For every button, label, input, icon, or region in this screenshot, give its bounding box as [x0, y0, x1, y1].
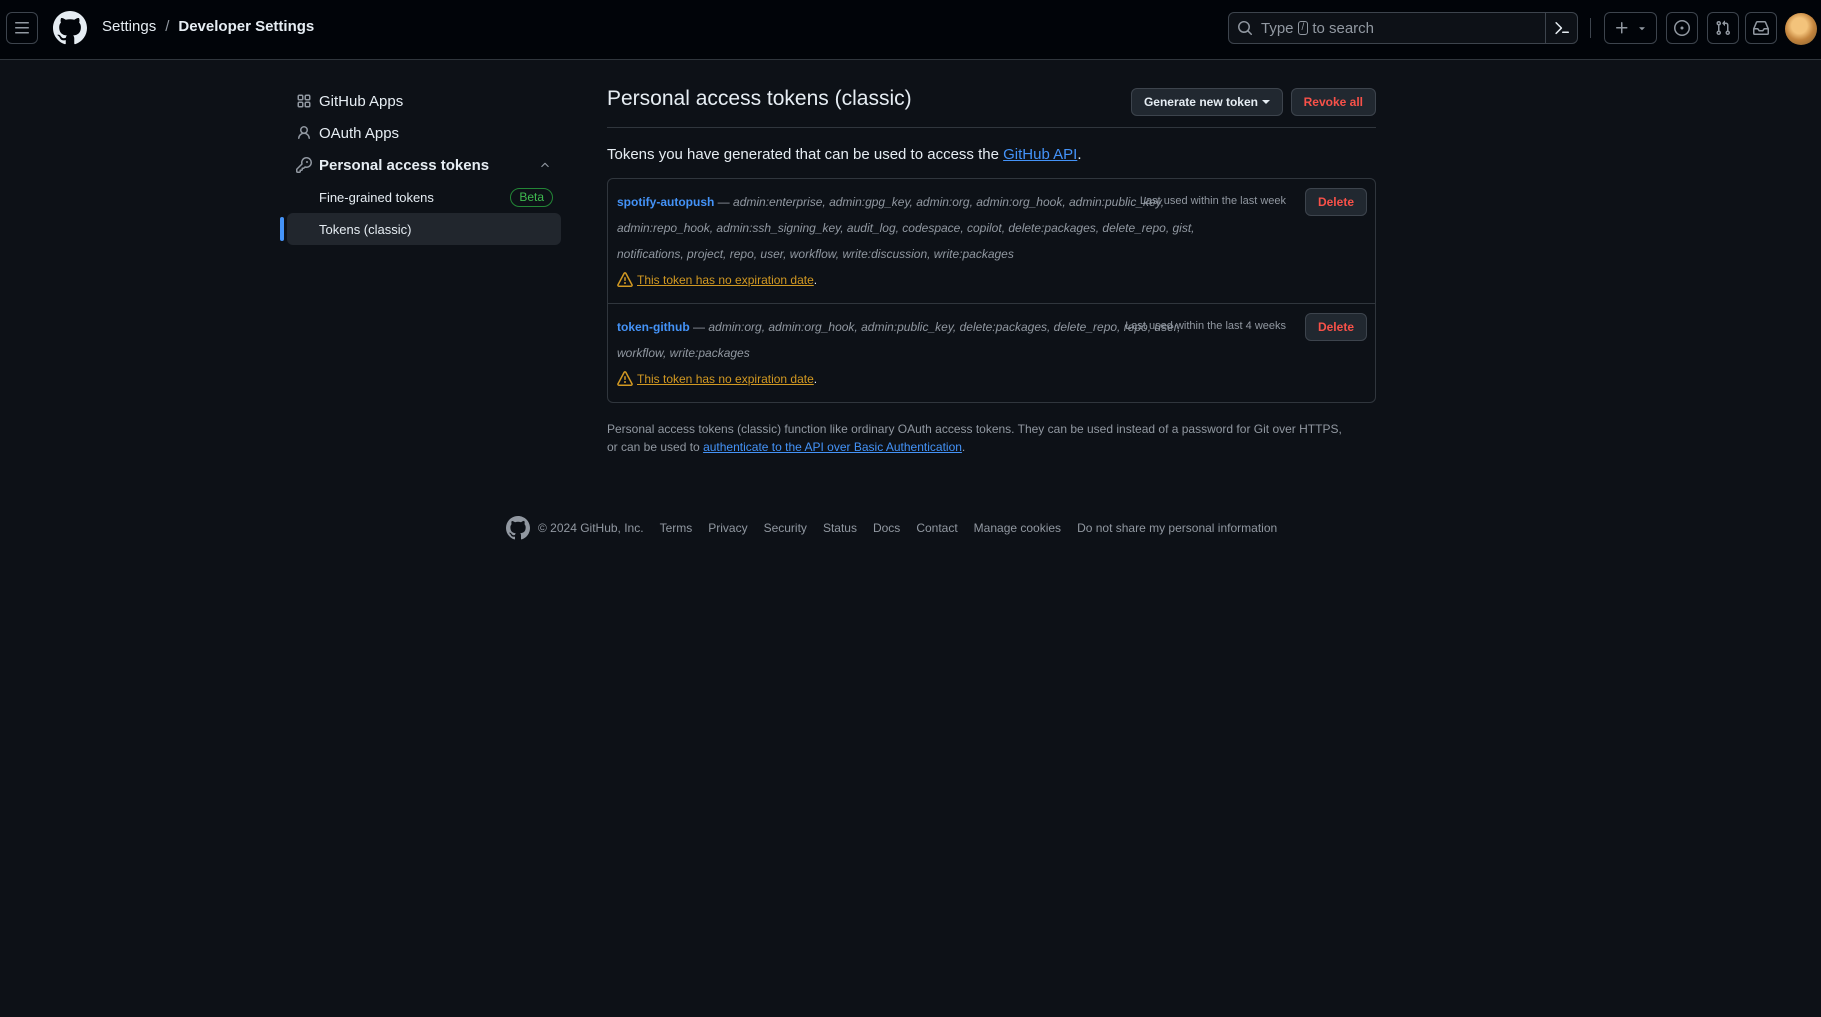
page-header: Personal access tokens (classic) Generat… [607, 80, 1376, 128]
pull-requests-button[interactable] [1707, 12, 1739, 44]
footer-link-privacy[interactable]: Privacy [708, 521, 747, 535]
footer-link-do-not-share[interactable]: Do not share my personal information [1077, 521, 1277, 535]
dropdown-caret-icon [1262, 100, 1270, 104]
expiration-warning-link[interactable]: This token has no expiration date [637, 273, 814, 287]
generate-new-token-label: Generate new token [1143, 95, 1258, 109]
footnote-text: Personal access tokens (classic) functio… [607, 420, 1347, 456]
breadcrumb: Settings / Developer Settings [102, 18, 314, 35]
footer-link-terms[interactable]: Terms [660, 521, 693, 535]
list-item: spotify-autopush — admin:enterprise, adm… [608, 179, 1375, 303]
person-icon [298, 126, 310, 140]
inbox-icon [1753, 21, 1769, 35]
token-dash: — [717, 195, 730, 209]
page-title: Personal access tokens (classic) [607, 87, 912, 110]
last-used-text: Last used within the last 4 weeks [1125, 320, 1286, 332]
intro-text-end: . [1077, 146, 1082, 163]
generate-new-token-button[interactable]: Generate new token [1130, 88, 1283, 116]
developer-settings-sidebar: GitHub Apps OAuth Apps Personal access t… [280, 85, 561, 245]
warning-period: . [813, 372, 818, 386]
revoke-all-button[interactable]: Revoke all [1290, 88, 1376, 116]
footer-link-manage-cookies[interactable]: Manage cookies [974, 521, 1061, 535]
last-used-text: Last used within the last week [1139, 195, 1286, 207]
sidebar-item-oauth-apps[interactable]: OAuth Apps [287, 117, 561, 149]
pull-request-icon [1716, 20, 1731, 36]
sidebar-item-fine-grained-tokens[interactable]: Fine-grained tokens Beta [287, 181, 561, 213]
key-icon [296, 157, 312, 173]
alert-icon [617, 272, 633, 287]
token-name-link[interactable]: spotify-autopush [617, 195, 714, 209]
search-input[interactable]: Type / to search [1228, 12, 1578, 44]
expiration-warning: This token has no expiration date. [617, 366, 1215, 392]
footer-link-status[interactable]: Status [823, 521, 857, 535]
search-icon [1238, 21, 1253, 36]
avatar[interactable] [1785, 13, 1817, 45]
intro-text: Tokens you have generated that can be us… [607, 146, 1376, 163]
alert-icon [617, 371, 633, 386]
top-header: Settings / Developer Settings Type / to … [0, 0, 1821, 60]
sidebar-item-label: Personal access tokens [319, 156, 490, 174]
create-new-button[interactable] [1604, 12, 1657, 44]
plus-icon [1615, 22, 1627, 34]
search-placeholder-suffix: to search [1312, 19, 1375, 37]
apps-icon [297, 94, 311, 108]
search-placeholder-prefix: Type [1261, 19, 1294, 37]
breadcrumb-developer-settings-link[interactable]: Developer Settings [178, 18, 314, 35]
delete-token-button[interactable]: Delete [1304, 313, 1367, 341]
beta-badge: Beta [510, 188, 553, 207]
footnote-end: . [961, 440, 966, 454]
issues-button[interactable] [1666, 12, 1698, 44]
basic-auth-link[interactable]: authenticate to the API over Basic Authe… [703, 440, 962, 454]
chevron-up-icon[interactable] [539, 159, 551, 171]
footer-link-security[interactable]: Security [764, 521, 807, 535]
delete-token-button[interactable]: Delete [1304, 188, 1367, 216]
expiration-warning: This token has no expiration date. [617, 267, 1215, 293]
sidebar-item-label: Tokens (classic) [319, 221, 412, 237]
footer-link-docs[interactable]: Docs [873, 521, 900, 535]
main-content: Personal access tokens (classic) Generat… [607, 80, 1376, 468]
copyright-text: © 2024 GitHub, Inc. [538, 521, 644, 535]
open-global-nav-button[interactable] [6, 12, 38, 44]
footer-link-contact[interactable]: Contact [916, 521, 957, 535]
sidebar-item-github-apps[interactable]: GitHub Apps [287, 85, 561, 117]
warning-period: . [813, 273, 818, 287]
intro-text-body: Tokens you have generated that can be us… [607, 146, 999, 163]
triangle-down-icon [1638, 27, 1645, 31]
github-logo-icon[interactable] [53, 11, 87, 45]
issue-icon [1674, 20, 1690, 36]
sidebar-item-label: GitHub Apps [319, 92, 404, 110]
sidebar-item-tokens-classic[interactable]: Tokens (classic) [280, 213, 561, 245]
sidebar-item-label: Fine-grained tokens [319, 189, 434, 205]
token-list: spotify-autopush — admin:enterprise, adm… [607, 178, 1376, 403]
token-name-link[interactable]: token-github [617, 320, 690, 334]
footer-copyright: © 2024 GitHub, Inc. [506, 516, 644, 540]
sidebar-item-label: OAuth Apps [319, 124, 400, 142]
breadcrumb-separator: / [165, 18, 170, 35]
search-shortcut-key: / [1297, 21, 1309, 35]
token-dash: — [693, 320, 705, 334]
page-footer: © 2024 GitHub, Inc. Terms Privacy Securi… [506, 516, 1277, 540]
github-mark-icon[interactable] [506, 516, 530, 540]
command-palette-button[interactable] [1545, 13, 1577, 43]
command-palette-icon [1554, 21, 1569, 35]
expiration-warning-link[interactable]: This token has no expiration date [637, 372, 814, 386]
github-api-link[interactable]: GitHub API [1003, 146, 1077, 163]
list-item: token-github — admin:org, admin:org_hook… [608, 303, 1375, 402]
sidebar-item-personal-access-tokens[interactable]: Personal access tokens [287, 149, 561, 181]
header-divider [1590, 18, 1591, 38]
inbox-button[interactable] [1745, 12, 1777, 44]
breadcrumb-settings-link[interactable]: Settings [102, 18, 156, 35]
hamburger-icon [15, 22, 29, 34]
